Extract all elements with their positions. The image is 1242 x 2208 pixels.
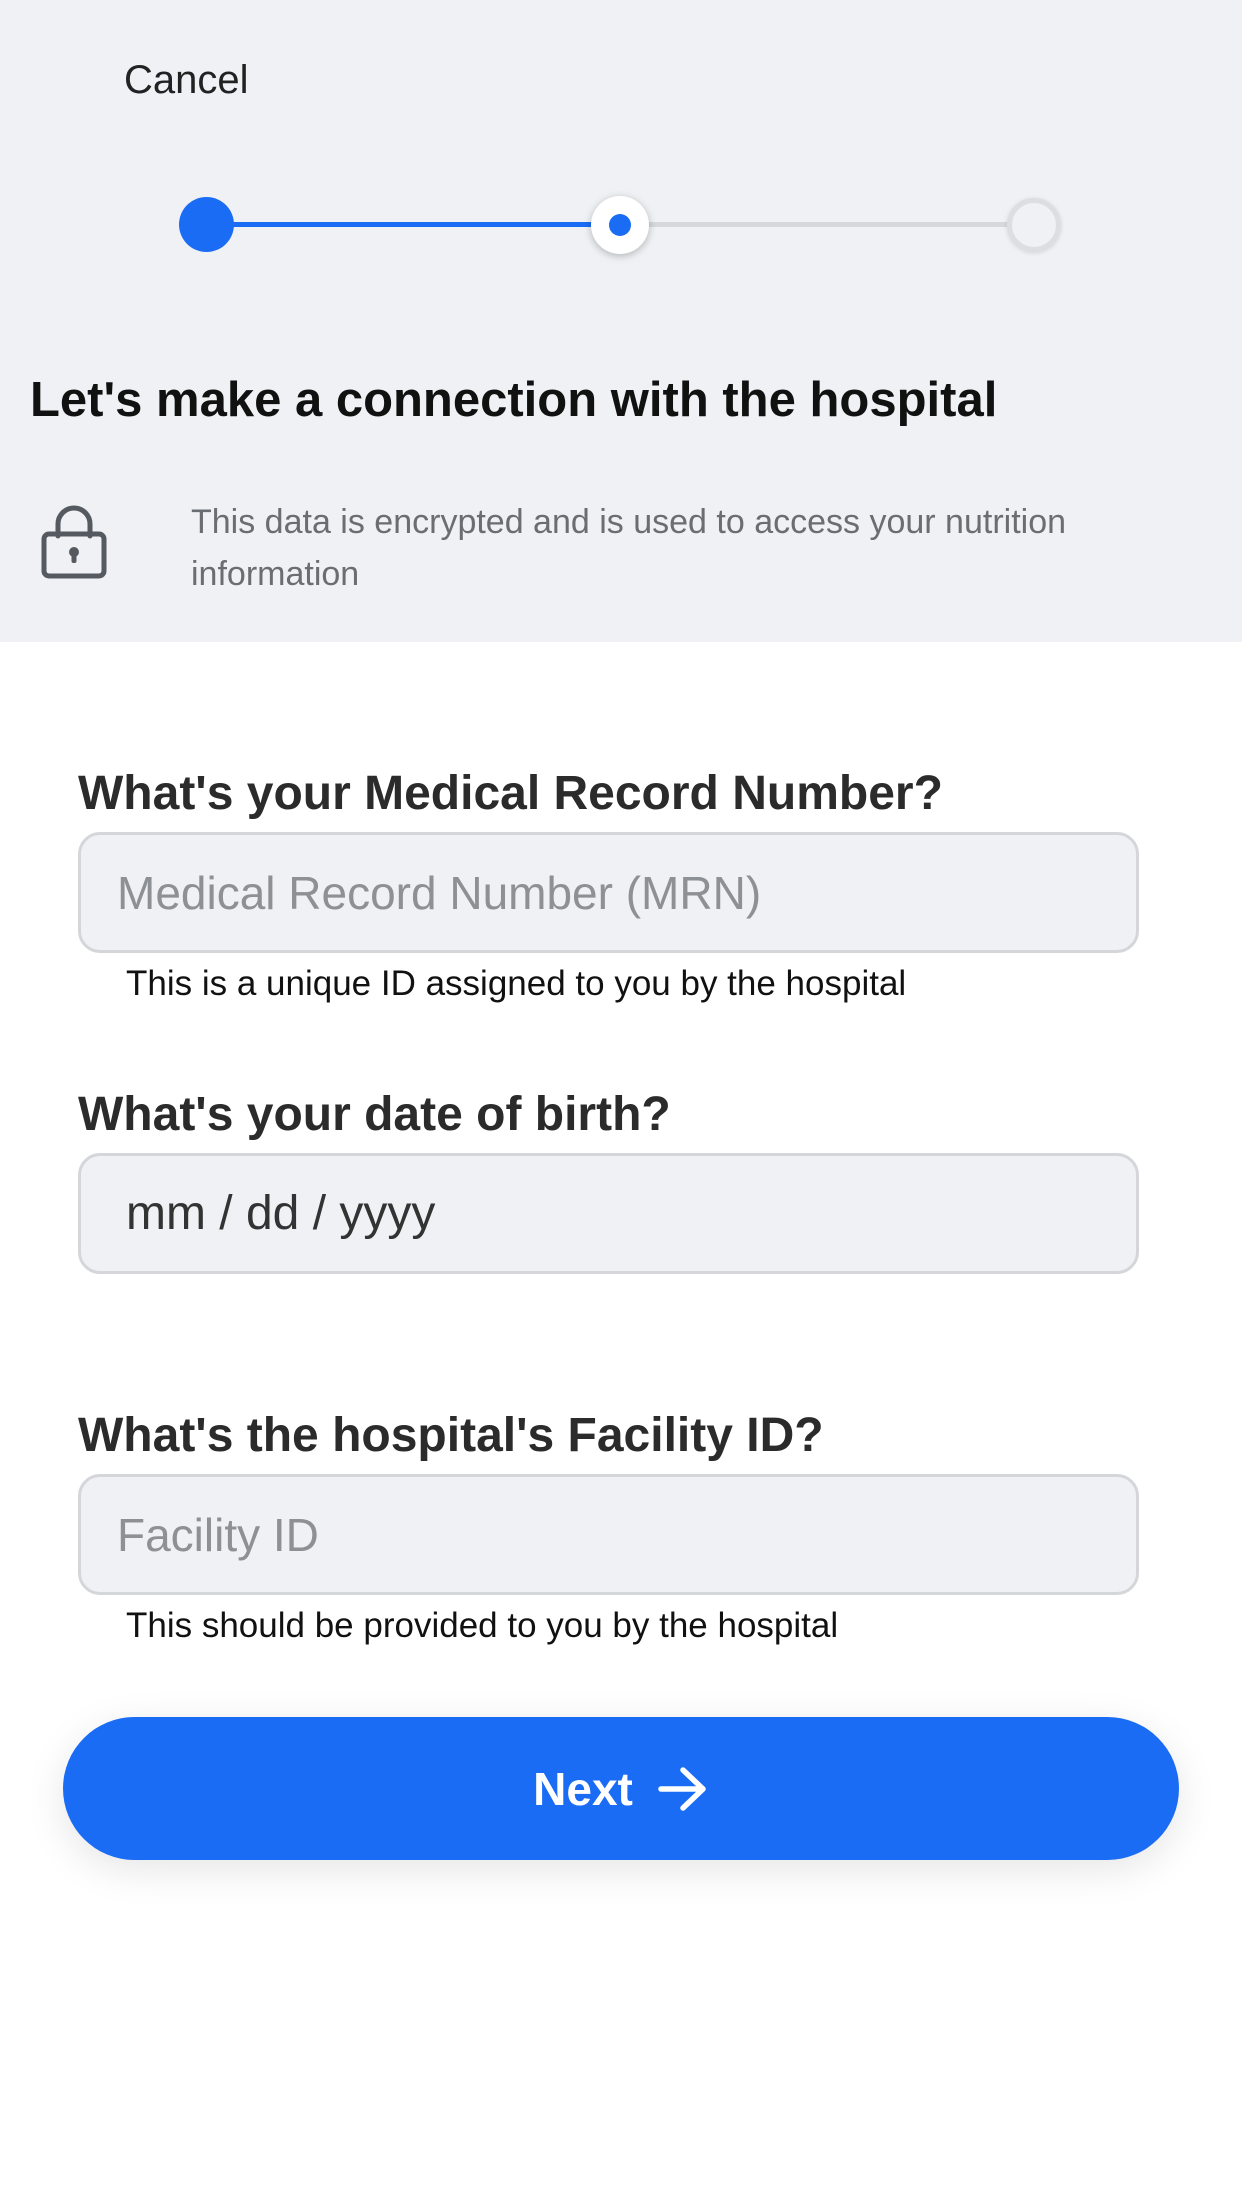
progress-stepper	[0, 0, 1242, 300]
encryption-notice: This data is encrypted and is used to ac…	[191, 503, 1067, 593]
stepper-line-completed	[206, 222, 620, 227]
step-3-pending	[1007, 198, 1061, 252]
mrn-hint: This is a unique ID assigned to you by t…	[126, 964, 907, 1003]
hospital-connection-screen: Cancel Let's make a connection with the …	[0, 0, 1242, 2208]
step-2-current	[591, 196, 649, 254]
facility-id-input[interactable]	[78, 1474, 1139, 1595]
facility-id-label: What's the hospital's Facility ID?	[78, 1409, 824, 1462]
lock-icon	[41, 505, 107, 579]
mrn-input[interactable]	[78, 832, 1139, 953]
header-panel: Cancel Let's make a connection with the …	[0, 0, 1242, 642]
dob-input-format: mm / dd / yyyy	[126, 1187, 436, 1240]
stepper-line-remaining	[620, 222, 1034, 227]
step-1-complete	[179, 197, 234, 252]
dob-label: What's your date of birth?	[78, 1088, 671, 1141]
page-title: Let's make a connection with the hospita…	[30, 373, 998, 427]
arrow-right-icon	[658, 1766, 706, 1811]
next-button[interactable]: Next	[63, 1717, 1179, 1860]
facility-id-hint: This should be provided to you by the ho…	[126, 1606, 839, 1645]
next-button-label: Next	[533, 1762, 633, 1815]
mrn-label: What's your Medical Record Number?	[78, 767, 943, 820]
